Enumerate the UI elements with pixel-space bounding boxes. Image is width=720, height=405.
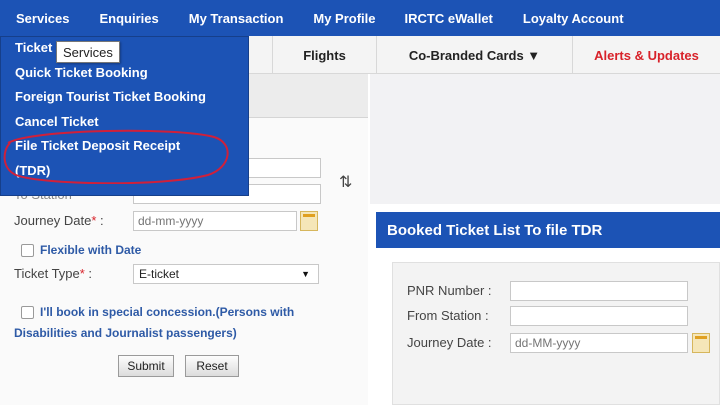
nav-my-transaction[interactable]: My Transaction bbox=[159, 11, 284, 26]
menu-item-cancel-ticket[interactable]: Cancel Ticket bbox=[15, 114, 99, 129]
subnav-flights[interactable]: Flights bbox=[272, 36, 376, 74]
submit-button[interactable]: Submit bbox=[118, 355, 174, 377]
journey-date-input[interactable] bbox=[133, 211, 297, 231]
concession-label-line2: Disabilities and Journalist passengers) bbox=[14, 326, 237, 340]
menu-item-foreign-tourist-booking[interactable]: Foreign Tourist Ticket Booking bbox=[15, 89, 206, 104]
flexible-date-checkbox[interactable] bbox=[21, 244, 34, 257]
calendar-icon[interactable] bbox=[300, 211, 318, 231]
right-info-panel bbox=[370, 74, 720, 204]
concession-checkbox[interactable] bbox=[21, 306, 34, 319]
nav-my-profile[interactable]: My Profile bbox=[283, 11, 375, 26]
tdr-from-station-input[interactable] bbox=[510, 306, 688, 326]
menu-item-ticket[interactable]: Ticket bbox=[15, 40, 52, 55]
subnav-alerts-updates[interactable]: Alerts & Updates bbox=[572, 36, 720, 74]
reset-button[interactable]: Reset bbox=[185, 355, 239, 377]
pnr-number-input[interactable] bbox=[510, 281, 688, 301]
tdr-calendar-icon[interactable] bbox=[692, 333, 710, 353]
tdr-panel-title: Booked Ticket List To file TDR bbox=[376, 212, 720, 248]
pnr-number-label: PNR Number : bbox=[407, 283, 492, 298]
top-nav: Services Enquiries My Transaction My Pro… bbox=[0, 0, 720, 36]
concession-label-line1: I'll book in special concession.(Persons… bbox=[40, 305, 295, 319]
chevron-down-icon: ▼ bbox=[301, 269, 310, 279]
ticket-type-value: E-ticket bbox=[139, 267, 180, 281]
ticket-type-select[interactable]: E-ticket ▼ bbox=[133, 264, 319, 284]
nav-irctc-ewallet[interactable]: IRCTC eWallet bbox=[376, 11, 493, 26]
tdr-journey-date-input[interactable] bbox=[510, 333, 688, 353]
nav-services[interactable]: Services bbox=[0, 11, 70, 26]
nav-loyalty-account[interactable]: Loyalty Account bbox=[493, 11, 624, 26]
nav-enquiries[interactable]: Enquiries bbox=[70, 11, 159, 26]
services-tooltip: Services bbox=[56, 41, 120, 63]
menu-item-quick-ticket-booking[interactable]: Quick Ticket Booking bbox=[15, 65, 148, 80]
ticket-type-label: Ticket Type* : bbox=[14, 266, 93, 281]
journey-date-label: Journey Date* : bbox=[14, 213, 104, 228]
flexible-date-label: Flexible with Date bbox=[40, 243, 142, 257]
tdr-from-station-label: From Station : bbox=[407, 308, 489, 323]
annotation-circle bbox=[3, 129, 229, 184]
subnav-cobranded-cards[interactable]: Co-Branded Cards ▼ bbox=[376, 36, 572, 74]
tdr-journey-date-label: Journey Date : bbox=[407, 335, 492, 350]
swap-stations-icon[interactable]: ⇅ bbox=[339, 172, 352, 192]
